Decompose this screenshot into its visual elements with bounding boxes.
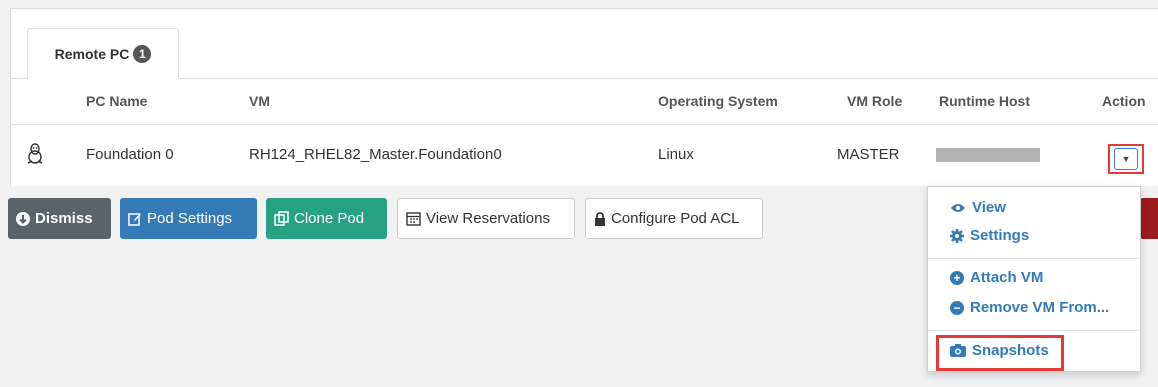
menu-item-snapshots-label: Snapshots — [972, 342, 1049, 359]
view-reservations-label: View Reservations — [426, 210, 550, 227]
dismiss-label: Dismiss — [35, 210, 93, 227]
header-operating-system[interactable]: Operating System — [658, 93, 778, 109]
cell-runtime-host-redacted — [936, 148, 1040, 162]
tab-remote-pc[interactable]: Remote PC 1 — [27, 28, 179, 79]
minus-circle-icon: − — [950, 300, 964, 315]
header-runtime-host[interactable]: Runtime Host — [939, 93, 1030, 109]
edit-icon — [128, 212, 142, 226]
header-action: Action — [1102, 93, 1146, 109]
tab-count-badge: 1 — [133, 44, 152, 63]
menu-item-settings[interactable]: Settings — [950, 227, 1029, 244]
calendar-icon — [406, 211, 421, 226]
dismiss-button[interactable]: Dismiss — [8, 198, 111, 239]
menu-item-view-label: View — [972, 199, 1006, 216]
menu-item-settings-label: Settings — [970, 227, 1030, 244]
menu-item-snapshots[interactable]: Snapshots — [950, 342, 1049, 359]
caret-down-icon: ▼ — [1114, 148, 1138, 170]
configure-pod-acl-label: Configure Pod ACL — [611, 210, 740, 227]
pod-settings-label: Pod Settings — [147, 210, 233, 227]
view-reservations-button[interactable]: View Reservations — [397, 198, 575, 239]
pod-panel: Remote PC 1 PC Name VM Operating System … — [10, 8, 1158, 186]
tab-bar: Remote PC 1 — [11, 9, 1158, 79]
eye-icon — [950, 202, 966, 214]
header-divider — [11, 124, 1158, 125]
menu-item-remove-vm[interactable]: − Remove VM From... — [950, 299, 1109, 316]
cell-vm: RH124_RHEL82_Master.Foundation0 — [249, 146, 502, 163]
action-dropdown-button[interactable]: ▼ — [1108, 144, 1144, 174]
menu-item-attach-vm-label: Attach VM — [970, 269, 1044, 286]
arrow-circle-down-icon — [16, 211, 30, 226]
clone-pod-button[interactable]: Clone Pod — [266, 198, 387, 239]
camera-icon — [950, 344, 966, 357]
menu-divider — [928, 330, 1140, 331]
menu-divider — [928, 258, 1140, 259]
menu-item-attach-vm[interactable]: + Attach VM — [950, 269, 1043, 286]
menu-item-remove-vm-label: Remove VM From... — [970, 299, 1110, 316]
configure-pod-acl-button[interactable]: Configure Pod ACL — [585, 198, 763, 239]
cell-pc-name[interactable]: Foundation 0 — [86, 146, 174, 163]
lock-icon — [594, 211, 606, 226]
linux-icon — [27, 143, 43, 164]
cell-operating-system: Linux — [658, 146, 694, 163]
header-pc-name[interactable]: PC Name — [86, 93, 147, 109]
action-dropdown-menu: View Settings + Attach VM − Remove VM Fr… — [927, 186, 1141, 372]
cell-vm-role: MASTER — [837, 146, 900, 163]
clone-icon — [274, 211, 289, 226]
pod-settings-button[interactable]: Pod Settings — [120, 198, 257, 239]
menu-item-view[interactable]: View — [950, 199, 1006, 216]
plus-circle-icon: + — [950, 270, 964, 285]
delete-button-partial[interactable] — [1140, 198, 1158, 239]
tab-label: Remote PC — [54, 45, 130, 62]
header-vm[interactable]: VM — [249, 93, 270, 109]
header-vm-role[interactable]: VM Role — [847, 93, 902, 109]
cog-icon — [950, 228, 964, 243]
clone-pod-label: Clone Pod — [294, 210, 365, 227]
